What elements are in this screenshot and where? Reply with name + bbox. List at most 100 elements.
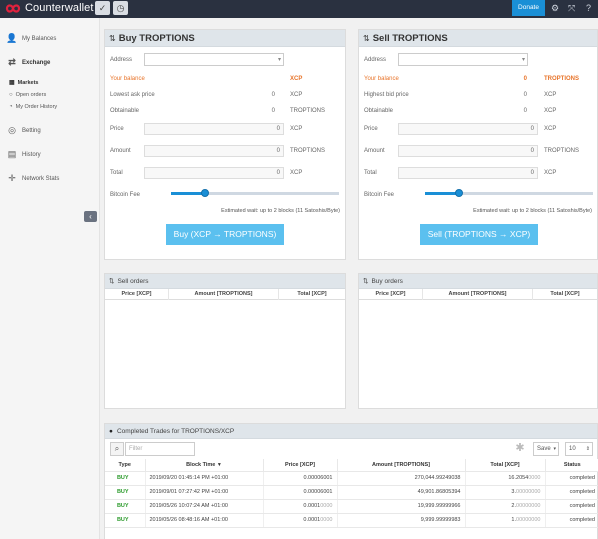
- fullscreen-icon[interactable]: ⤧: [568, 3, 575, 14]
- sidebar-item-exchange[interactable]: ⇄ Exchange: [6, 57, 50, 68]
- column-header[interactable]: Type: [105, 459, 146, 472]
- buy-orders-title: Buy orders: [371, 277, 403, 285]
- sidebar-item-label: My Balances: [22, 35, 57, 42]
- trades-toolbar: ⌕ Filter ✱ Save ▾ 10 ⇕: [105, 439, 597, 459]
- sidebar-subitem-order-history[interactable]: ◔ My Order History: [9, 104, 57, 110]
- amount-minor: 9999966: [439, 503, 461, 509]
- sidebar-subitem-label: Markets: [17, 79, 39, 86]
- buy-fee-slider-handle[interactable]: [201, 189, 209, 197]
- page-size-select[interactable]: 10 ⇕: [565, 442, 593, 456]
- sell-button[interactable]: Sell (TROPTIONS → XCP): [420, 224, 538, 245]
- buy-panel-title: Buy TROPTIONS: [118, 32, 195, 44]
- save-select[interactable]: Save ▾: [533, 442, 559, 456]
- column-header[interactable]: Status: [545, 459, 598, 472]
- search-icon[interactable]: ⌕: [110, 442, 124, 456]
- trade-price: 0.00006001: [263, 485, 338, 500]
- address-label: Address: [364, 57, 387, 63]
- puzzle-icon[interactable]: ✱: [511, 441, 529, 457]
- sell-estimated-wait: Estimated wait: up to 2 blocks (11 Satos…: [473, 208, 592, 214]
- column-header[interactable]: Amount [TROPTIONS]: [423, 288, 533, 300]
- chevron-down-icon: ▾: [521, 57, 525, 63]
- markets-icon: ▦: [9, 80, 15, 86]
- obtainable-unit: TROPTIONS: [290, 108, 326, 114]
- buy-button[interactable]: Buy (XCP → TROPTIONS): [166, 224, 284, 245]
- chevron-down-icon: ▾: [277, 57, 281, 63]
- sidebar-item-label: History: [22, 151, 41, 158]
- sell-fee-slider-handle[interactable]: [455, 189, 463, 197]
- price-major: 0.0001: [303, 517, 321, 523]
- sell-fee-row: Bitcoin Fee: [364, 189, 592, 201]
- table-row[interactable]: BUY 2019/09/01 07:27:42 PM +01:00 0.0000…: [105, 485, 598, 500]
- sidebar-item-my-balances[interactable]: 👤 My Balances: [6, 33, 56, 44]
- price-major: 0.0001: [303, 503, 321, 509]
- donate-button[interactable]: Donate: [512, 0, 545, 16]
- trades-table: Type Block Time ▼ Price [XCP] Amount [TR…: [105, 459, 598, 528]
- buy-total-input[interactable]: 0: [144, 167, 284, 179]
- sell-price-input[interactable]: 0: [398, 123, 538, 135]
- trade-time: 2019/05/26 10:07:24 AM +01:00: [145, 499, 264, 514]
- buy-fee-slider-fill: [171, 192, 205, 195]
- column-header[interactable]: Block Time ▼: [145, 459, 264, 472]
- column-header[interactable]: Price [XCP]: [263, 459, 338, 472]
- trade-price: 0.00006001: [263, 471, 338, 486]
- trades-title: Completed Trades for TROPTIONS/XCP: [116, 427, 235, 435]
- sidebar-subitem-markets[interactable]: ▦ Markets: [9, 79, 39, 87]
- column-header[interactable]: Price [XCP]: [105, 288, 169, 300]
- sell-address-select[interactable]: ▾: [398, 53, 528, 66]
- sidebar-item-network-stats[interactable]: ✛ Network Stats: [6, 173, 59, 184]
- column-header[interactable]: Total [XCP]: [279, 289, 345, 300]
- price-unit: XCP: [290, 126, 303, 132]
- buy-address-select[interactable]: ▾: [144, 53, 284, 66]
- sort-icon: ⇅: [363, 278, 369, 285]
- table-row[interactable]: BUY 2019/09/20 01:45:14 PM +01:00 0.0000…: [105, 471, 598, 486]
- sell-amount-input[interactable]: 0: [398, 145, 538, 157]
- table-row[interactable]: BUY 2019/05/26 08:48:16 AM +01:00 0.0001…: [105, 513, 598, 528]
- brand-name[interactable]: Counterwallet: [25, 2, 94, 14]
- trade-total: 16.20540000: [465, 471, 546, 486]
- trade-type: BUY: [105, 485, 146, 500]
- sidebar-subitem-open-orders[interactable]: ○ Open orders: [9, 92, 46, 98]
- total-label: Total: [364, 170, 377, 176]
- history-icon: ◔: [9, 104, 13, 110]
- buy-balance-row: Your balance XCP: [110, 73, 340, 85]
- lowest-ask-label: Lowest ask price: [110, 92, 155, 98]
- clock-button[interactable]: ◷: [113, 1, 128, 15]
- amount-label: Amount: [110, 148, 131, 154]
- sidebar-item-label: Betting: [22, 127, 41, 134]
- buy-price-input[interactable]: 0: [144, 123, 284, 135]
- trade-total: 2.00000000: [465, 499, 546, 514]
- crosshair-icon: ✛: [8, 173, 16, 183]
- sell-total-input[interactable]: 0: [398, 167, 538, 179]
- highest-bid-label: Highest bid price: [364, 92, 409, 98]
- column-header[interactable]: Amount [TROPTIONS]: [169, 288, 279, 300]
- highest-bid-value: 0: [523, 92, 527, 98]
- amount-label: Amount: [364, 148, 385, 154]
- trade-type: BUY: [105, 513, 146, 528]
- buy-fee-row: Bitcoin Fee: [110, 189, 340, 201]
- sidebar-item-history[interactable]: ▤ History: [6, 149, 41, 160]
- buy-obtainable-row: Obtainable 0 TROPTIONS: [110, 105, 340, 117]
- total-major: 16.2054: [508, 475, 529, 481]
- sort-desc-icon: ▼: [216, 461, 222, 468]
- trade-time: 2019/05/26 08:48:16 AM +01:00: [145, 513, 264, 528]
- table-row[interactable]: BUY 2019/05/26 10:07:24 AM +01:00 0.0001…: [105, 499, 598, 514]
- trades-filter-input[interactable]: Filter: [125, 442, 195, 456]
- gear-icon[interactable]: ⚙: [551, 3, 559, 14]
- buy-amount-input[interactable]: 0: [144, 145, 284, 157]
- column-header[interactable]: Amount [TROPTIONS]: [337, 459, 466, 472]
- column-header[interactable]: Total [XCP]: [465, 459, 546, 472]
- price-minor: 0000: [320, 517, 333, 523]
- check-button[interactable]: ✓: [95, 1, 110, 15]
- trade-status: completed: [545, 485, 598, 500]
- trade-amount: 270,044.99249038: [337, 471, 466, 486]
- sell-orders-panel: ⇅ Sell orders Price [XCP] Amount [TROPTI…: [104, 273, 346, 409]
- collapse-sidebar-button[interactable]: ‹: [84, 211, 97, 222]
- help-icon[interactable]: ?: [586, 3, 591, 13]
- sell-address-row: Address ▾: [364, 53, 592, 66]
- sidebar-item-betting[interactable]: ◎ Betting: [6, 125, 41, 136]
- counterwallet-logo-icon[interactable]: [4, 2, 22, 15]
- obtainable-unit: XCP: [544, 108, 557, 114]
- column-header[interactable]: Total [XCP]: [533, 289, 597, 300]
- highest-bid-unit: XCP: [544, 92, 557, 98]
- column-header[interactable]: Price [XCP]: [359, 288, 423, 300]
